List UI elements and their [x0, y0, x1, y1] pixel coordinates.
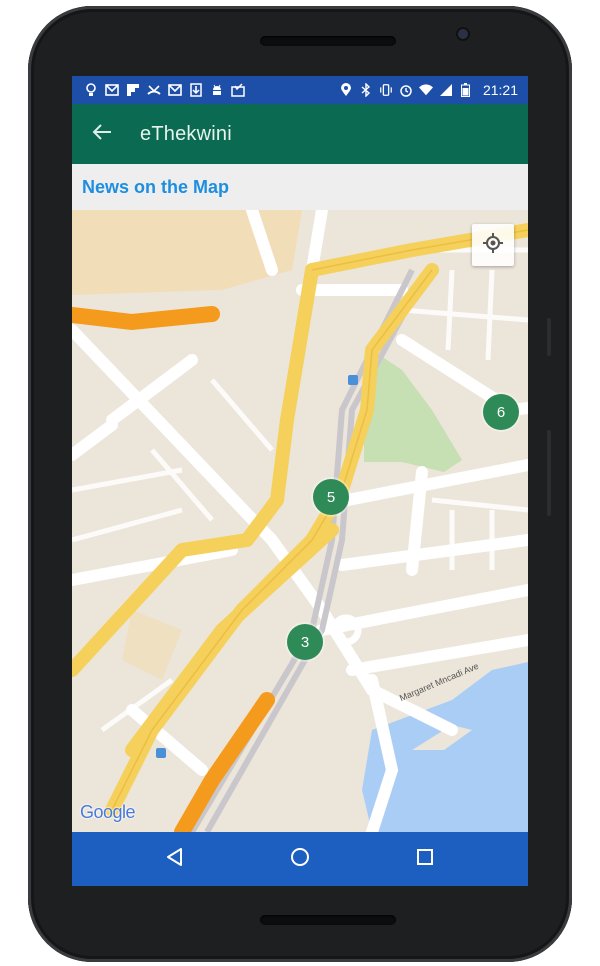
back-triangle-icon	[165, 847, 185, 872]
alarm-icon	[399, 83, 413, 97]
map-cluster-marker[interactable]: 5	[313, 479, 349, 515]
top-speaker	[260, 36, 396, 46]
map-view[interactable]: 6 5 3 Margaret Mncadi Ave Google 9	[72, 210, 528, 832]
wifi-icon	[418, 83, 433, 97]
flipboard-icon	[126, 83, 140, 97]
crosshair-icon	[482, 232, 504, 259]
missed-call-icon	[147, 83, 161, 97]
vibrate-icon	[379, 83, 393, 97]
battery-icon	[459, 83, 473, 97]
map-cluster-marker[interactable]: 3	[287, 624, 323, 660]
volume-button	[547, 430, 551, 516]
android-icon	[210, 83, 224, 97]
google-attribution: Google	[80, 802, 136, 823]
gmail-icon	[168, 83, 182, 97]
map-cluster-marker[interactable]: 6	[483, 394, 519, 430]
page-title: eThekwini	[140, 122, 232, 145]
bluetooth-icon	[359, 83, 373, 97]
status-time: 21:21	[482, 82, 518, 98]
back-button[interactable]	[72, 104, 132, 164]
arrow-back-icon	[92, 123, 112, 146]
nav-back-button[interactable]	[155, 839, 195, 879]
power-button	[547, 318, 551, 356]
bottom-speaker	[260, 915, 396, 925]
section-header: News on the Map	[72, 164, 528, 210]
status-bar: 21:21	[72, 76, 528, 104]
google-logo-text: Google	[80, 802, 136, 822]
my-location-button[interactable]	[472, 224, 514, 266]
front-camera	[458, 29, 468, 39]
inbox-icon	[231, 83, 245, 97]
gmail-icon	[105, 83, 119, 97]
app-toolbar: eThekwini	[72, 104, 528, 164]
location-icon	[339, 83, 353, 97]
lightbulb-icon	[84, 83, 98, 97]
download-icon	[189, 83, 203, 97]
screen: 21:21 eThekwini News on the Map 6 5 3 Ma…	[72, 76, 528, 886]
home-circle-icon	[290, 847, 310, 872]
map-tiles	[72, 210, 528, 832]
recents-square-icon	[416, 848, 434, 871]
section-title: News on the Map	[82, 176, 230, 197]
nav-home-button[interactable]	[280, 839, 320, 879]
signal-icon	[439, 83, 453, 97]
nav-recents-button[interactable]	[405, 839, 445, 879]
system-nav-bar	[72, 832, 528, 886]
